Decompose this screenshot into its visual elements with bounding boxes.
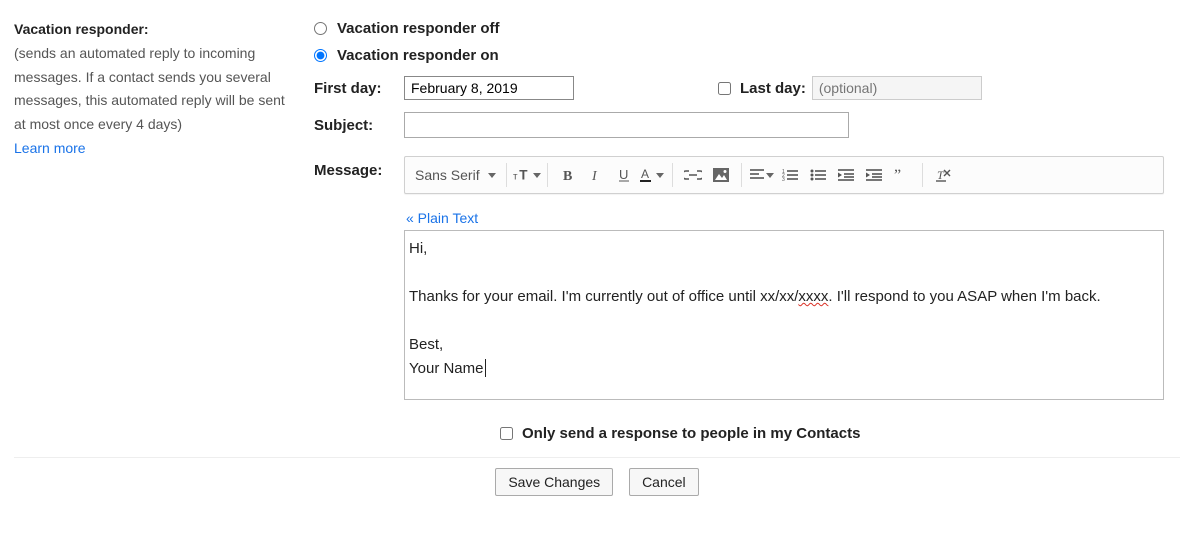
svg-text:T: T (937, 168, 945, 182)
font-family-select[interactable]: Sans Serif (411, 163, 507, 187)
editor-line: Best, (409, 333, 1159, 357)
link-icon (684, 170, 702, 180)
divider (14, 457, 1180, 458)
svg-text:т: т (513, 172, 518, 183)
numbered-list-icon: 1 2 3 (782, 169, 798, 181)
underline-icon: U (617, 167, 631, 183)
image-icon (713, 168, 729, 182)
contacts-only-label: Only send a response to people in my Con… (522, 425, 860, 442)
italic-icon: I (589, 168, 603, 182)
chevron-down-icon (533, 173, 541, 178)
cancel-button[interactable]: Cancel (629, 468, 699, 496)
italic-button[interactable]: I (582, 161, 610, 189)
learn-more-link[interactable]: Learn more (14, 140, 86, 156)
radio-on[interactable] (314, 49, 327, 62)
section-title: Vacation responder: (14, 21, 149, 37)
text-cursor (485, 359, 486, 377)
font-size-icon: тT (513, 167, 531, 183)
bulleted-list-icon (810, 169, 826, 181)
quote-icon: ” (894, 169, 910, 181)
spelling-error: xxxx (798, 288, 828, 305)
svg-text:U: U (619, 167, 628, 182)
svg-text:3: 3 (782, 177, 785, 181)
numbered-list-button[interactable]: 1 2 3 (776, 161, 804, 189)
svg-text:A: A (641, 167, 649, 181)
text-color-icon: A (639, 167, 655, 183)
font-family-name: Sans Serif (415, 167, 480, 183)
link-button[interactable] (679, 161, 707, 189)
svg-text:I: I (591, 169, 598, 182)
clear-formatting-button[interactable]: T (929, 161, 957, 189)
image-button[interactable] (707, 161, 735, 189)
last-day-label: Last day: (740, 80, 806, 97)
first-day-input[interactable] (404, 76, 574, 100)
bold-button[interactable]: B (554, 161, 582, 189)
chevron-down-icon (488, 173, 496, 178)
chevron-down-icon (766, 173, 774, 178)
quote-button[interactable]: ” (888, 161, 916, 189)
save-changes-button[interactable]: Save Changes (495, 468, 613, 496)
bold-icon: B (561, 168, 575, 182)
section-description: (sends an automated reply to incoming me… (14, 45, 285, 132)
align-button[interactable] (748, 161, 776, 189)
font-size-button[interactable]: тT (513, 161, 541, 189)
align-icon (750, 169, 764, 181)
message-label: Message: (314, 156, 404, 451)
indent-more-button[interactable] (860, 161, 888, 189)
editor-line: Your Name (409, 357, 1159, 381)
first-day-label: First day: (314, 80, 404, 97)
radio-off-label: Vacation responder off (337, 20, 500, 37)
chevron-down-icon (656, 173, 664, 178)
plain-text-link[interactable]: « Plain Text (406, 210, 478, 226)
last-day-checkbox[interactable] (718, 82, 731, 95)
last-day-input (812, 76, 982, 100)
text-color-button[interactable]: A (638, 161, 666, 189)
subject-input[interactable] (404, 112, 849, 138)
formatting-toolbar: Sans Serif тT B I (404, 156, 1164, 194)
editor-line: Hi, (409, 237, 1159, 261)
bulleted-list-button[interactable] (804, 161, 832, 189)
clear-formatting-icon: T (935, 168, 951, 182)
indent-less-button[interactable] (832, 161, 860, 189)
message-editor[interactable]: Hi, Thanks for your email. I'm currently… (404, 230, 1164, 400)
underline-button[interactable]: U (610, 161, 638, 189)
radio-on-label: Vacation responder on (337, 47, 499, 64)
subject-label: Subject: (314, 117, 404, 134)
contacts-only-checkbox[interactable] (500, 427, 513, 440)
svg-text:B: B (563, 169, 572, 182)
svg-text:”: ” (894, 169, 901, 181)
indent-more-icon (866, 169, 882, 181)
radio-off[interactable] (314, 22, 327, 35)
editor-line: Thanks for your email. I'm currently out… (409, 285, 1159, 309)
svg-text:T: T (519, 168, 528, 183)
indent-less-icon (838, 169, 854, 181)
